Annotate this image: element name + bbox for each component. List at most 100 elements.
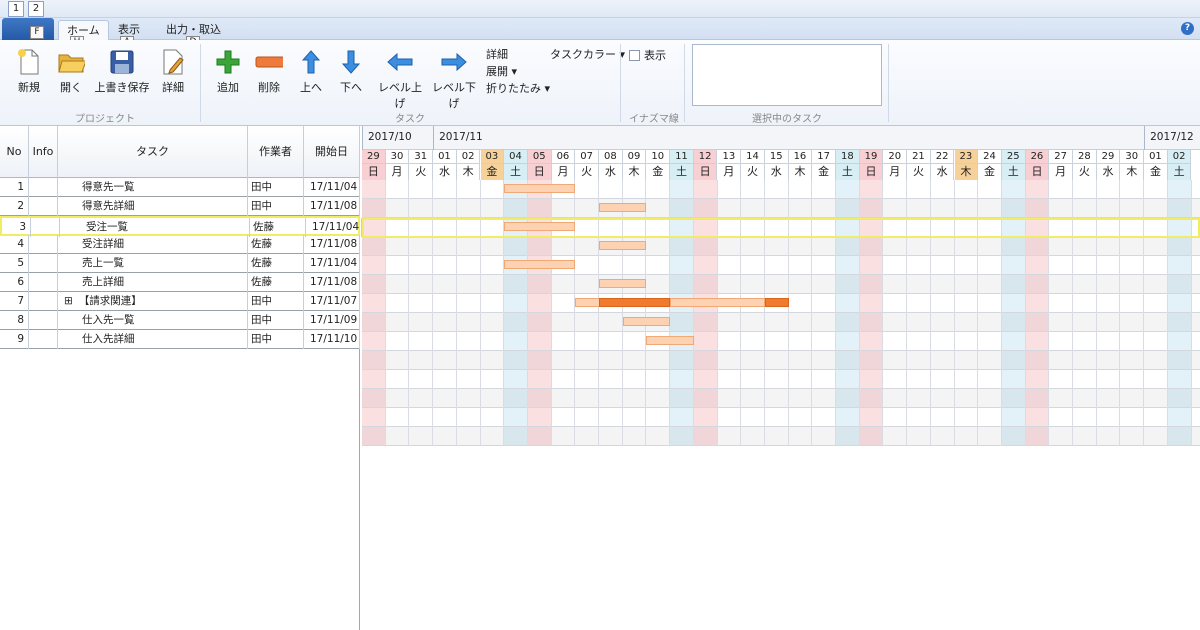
open-button[interactable]: 開く: [54, 48, 88, 95]
task-bar[interactable]: [599, 241, 647, 250]
gantt-row[interactable]: [362, 332, 1200, 351]
gantt-row[interactable]: [362, 256, 1200, 275]
cell-no[interactable]: 2: [0, 197, 29, 216]
cell-worker[interactable]: 田中: [248, 292, 304, 311]
col-info-header[interactable]: Info: [29, 126, 58, 178]
gantt-row[interactable]: [362, 351, 1200, 370]
table-row[interactable]: 5 売上一覧 佐藤 17/11/04: [0, 254, 360, 273]
cell-worker[interactable]: 佐藤: [248, 273, 304, 292]
help-icon[interactable]: ?: [1181, 22, 1194, 35]
task-bar[interactable]: [504, 184, 576, 193]
cell-worker[interactable]: 佐藤: [248, 254, 304, 273]
detail-button[interactable]: 詳細: [486, 46, 508, 62]
cell-no[interactable]: 7: [0, 292, 29, 311]
task-bar[interactable]: [646, 336, 694, 345]
cell-no[interactable]: 9: [0, 330, 29, 349]
gantt-row[interactable]: [362, 199, 1200, 218]
cell-info[interactable]: [29, 254, 58, 273]
table-row[interactable]: 2 得意先詳細 田中 17/11/08: [0, 197, 360, 216]
quick-access-save-icon[interactable]: 1: [8, 1, 24, 17]
task-bar[interactable]: [670, 298, 765, 307]
cell-task[interactable]: 仕入先詳細: [58, 330, 248, 349]
col-task-header[interactable]: タスク: [58, 126, 248, 178]
collapse-dropdown[interactable]: 折りたたみ ▾: [486, 80, 550, 96]
delete-task-button[interactable]: 削除: [252, 48, 286, 95]
col-start-header[interactable]: 開始日: [304, 126, 360, 178]
cell-no[interactable]: 8: [0, 311, 29, 330]
cell-start[interactable]: 17/11/08: [304, 197, 360, 216]
table-row[interactable]: 7 ⊞ 【請求関連】 田中 17/11/07: [0, 292, 360, 311]
gantt-row[interactable]: [362, 237, 1200, 256]
new-button[interactable]: 新規: [10, 48, 48, 95]
save-button[interactable]: 上書き保存: [94, 48, 150, 95]
cell-info[interactable]: [29, 197, 58, 216]
cell-start[interactable]: 17/11/08: [304, 235, 360, 254]
cell-info[interactable]: [29, 235, 58, 254]
col-worker-header[interactable]: 作業者: [248, 126, 304, 178]
task-color-dropdown[interactable]: タスクカラー ▾: [550, 46, 625, 62]
table-row[interactable]: 8 仕入先一覧 田中 17/11/09: [0, 311, 360, 330]
gantt-row[interactable]: [362, 275, 1200, 294]
cell-worker[interactable]: 田中: [248, 197, 304, 216]
table-row[interactable]: 6 売上詳細 佐藤 17/11/08: [0, 273, 360, 292]
cell-no[interactable]: 1: [0, 178, 29, 197]
file-tab[interactable]: F: [2, 18, 54, 40]
cell-no[interactable]: 5: [0, 254, 29, 273]
add-task-button[interactable]: 追加: [212, 48, 244, 95]
cell-info[interactable]: [29, 292, 58, 311]
gantt-row[interactable]: [362, 313, 1200, 332]
show-checkbox[interactable]: [629, 49, 640, 61]
expand-toggle-icon[interactable]: ⊞: [64, 295, 73, 307]
cell-task[interactable]: 売上一覧: [58, 254, 248, 273]
day-header-cell: 12 日: [693, 150, 718, 180]
cell-worker[interactable]: 田中: [248, 311, 304, 330]
table-row[interactable]: 1 得意先一覧 田中 17/11/04: [0, 178, 360, 197]
lightning-show-toggle[interactable]: 表示: [629, 47, 666, 63]
cell-start[interactable]: 17/11/09: [304, 311, 360, 330]
gantt-row[interactable]: [362, 427, 1200, 446]
task-bar[interactable]: [622, 317, 671, 326]
cell-task[interactable]: 仕入先一覧: [58, 311, 248, 330]
cell-task[interactable]: 受注詳細: [58, 235, 248, 254]
move-up-button[interactable]: 上へ: [296, 48, 326, 95]
cell-task[interactable]: 売上詳細: [58, 273, 248, 292]
cell-task[interactable]: ⊞ 【請求関連】: [58, 292, 248, 311]
cell-info[interactable]: [29, 178, 58, 197]
cell-task[interactable]: 得意先一覧: [58, 178, 248, 197]
cell-info[interactable]: [29, 311, 58, 330]
task-bar[interactable]: [599, 298, 671, 307]
cell-start[interactable]: 17/11/04: [304, 254, 360, 273]
cell-no[interactable]: 4: [0, 235, 29, 254]
cell-worker[interactable]: 佐藤: [248, 235, 304, 254]
cell-start[interactable]: 17/11/08: [304, 273, 360, 292]
task-bar[interactable]: [504, 260, 576, 269]
task-bar[interactable]: [764, 298, 789, 307]
gantt-row[interactable]: [362, 180, 1200, 199]
move-down-button[interactable]: 下へ: [336, 48, 366, 95]
expand-dropdown[interactable]: 展開 ▾: [486, 63, 517, 79]
cell-info[interactable]: [29, 273, 58, 292]
gantt-row[interactable]: [362, 389, 1200, 408]
project-detail-button[interactable]: 詳細: [158, 48, 188, 95]
col-no-header[interactable]: No: [0, 126, 29, 178]
table-row[interactable]: 4 受注詳細 佐藤 17/11/08: [0, 235, 360, 254]
cell-start[interactable]: 17/11/10: [304, 330, 360, 349]
task-bar[interactable]: [599, 203, 647, 212]
cell-no[interactable]: 6: [0, 273, 29, 292]
table-row[interactable]: 3 受注一覧 佐藤 17/11/04: [0, 216, 362, 237]
cell-worker[interactable]: 田中: [248, 330, 304, 349]
cell-start[interactable]: 17/11/07: [304, 292, 360, 311]
gantt-grid[interactable]: [362, 180, 1200, 446]
gantt-row[interactable]: [362, 408, 1200, 427]
cell-task[interactable]: 得意先詳細: [58, 197, 248, 216]
gantt-row[interactable]: [362, 370, 1200, 389]
level-up-button[interactable]: レベル上げ: [374, 48, 426, 111]
table-row[interactable]: 9 仕入先詳細 田中 17/11/10: [0, 330, 360, 349]
task-bar[interactable]: [599, 279, 647, 288]
day-header-cell: 02 木: [456, 150, 481, 180]
quick-access-open-icon[interactable]: 2: [28, 1, 44, 17]
cell-worker[interactable]: 田中: [248, 178, 304, 197]
level-down-button[interactable]: レベル下げ: [428, 48, 480, 111]
cell-info[interactable]: [29, 330, 58, 349]
cell-start[interactable]: 17/11/04: [304, 178, 360, 197]
